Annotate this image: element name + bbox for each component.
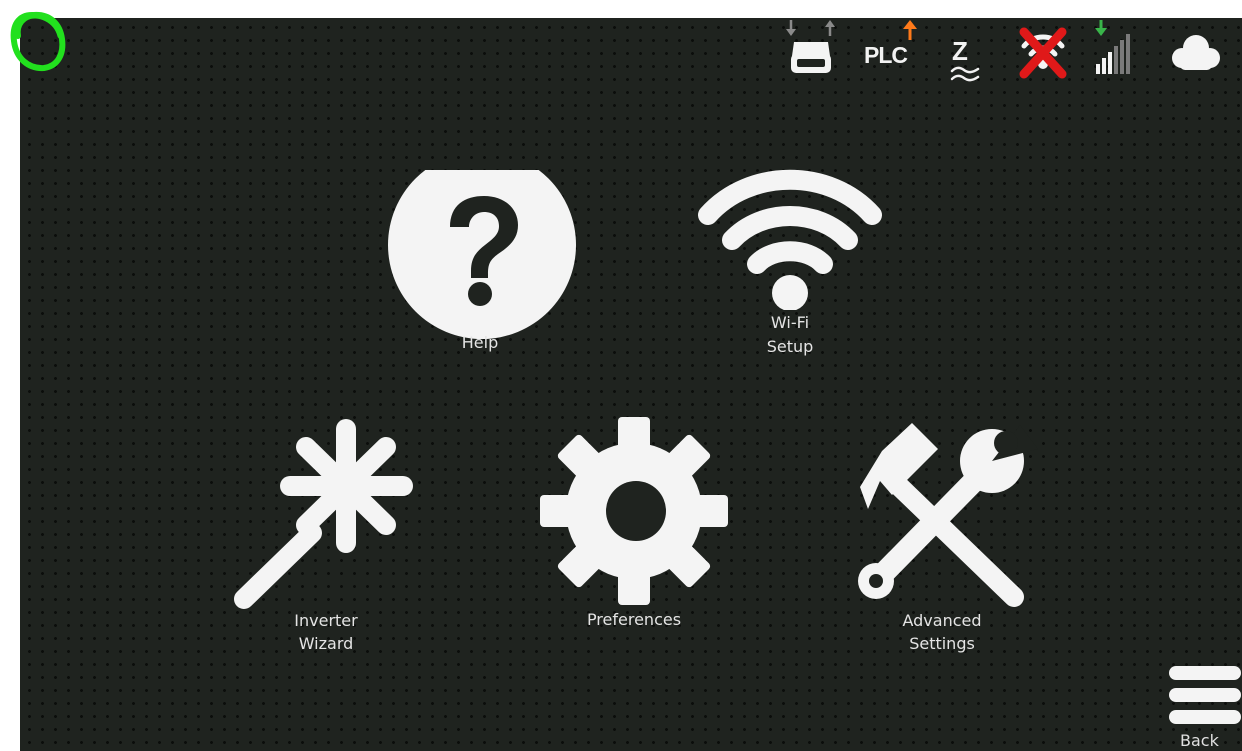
zigbee-label: Z <box>952 36 968 66</box>
ethernet-icon <box>786 20 835 73</box>
wifi-icon <box>698 169 882 310</box>
inverter-wizard-label-line1: Inverter <box>294 611 358 630</box>
plc-up-arrow-icon <box>903 20 917 40</box>
zigbee-status: Z <box>946 36 986 84</box>
gear-icon <box>540 417 728 605</box>
cellular-signal-icon <box>1095 20 1130 74</box>
preferences-label: Preferences <box>586 610 682 629</box>
wifi-setup-label-line2: Setup <box>766 337 814 356</box>
inverter-wizard-tile[interactable]: Inverter Wizard <box>228 415 428 665</box>
inverter-wizard-label-line2: Wizard <box>298 634 354 653</box>
help-label: Help <box>461 333 499 352</box>
wifi-setup-tile[interactable]: Wi-Fi Setup <box>690 160 890 360</box>
advanced-settings-label-line2: Settings <box>909 634 975 653</box>
cloud-icon <box>1172 35 1220 70</box>
zigbee-wave-icon <box>950 66 980 82</box>
preferences-tile[interactable]: Preferences <box>534 415 734 645</box>
hamburger-menu-icon <box>1169 666 1241 724</box>
back-label: Back <box>1180 731 1219 750</box>
plc-status-label: PLC <box>864 42 908 68</box>
advanced-settings-tile[interactable]: Advanced Settings <box>842 415 1042 665</box>
wifi-setup-label-line1: Wi-Fi <box>770 313 810 332</box>
wifi-disconnected-icon <box>1019 27 1067 79</box>
tools-icon <box>858 423 1038 607</box>
advanced-settings-label-line1: Advanced <box>902 611 982 630</box>
help-tile[interactable]: Help <box>380 160 580 360</box>
magic-wand-icon <box>234 419 413 609</box>
green-circle-annotation <box>10 11 66 72</box>
